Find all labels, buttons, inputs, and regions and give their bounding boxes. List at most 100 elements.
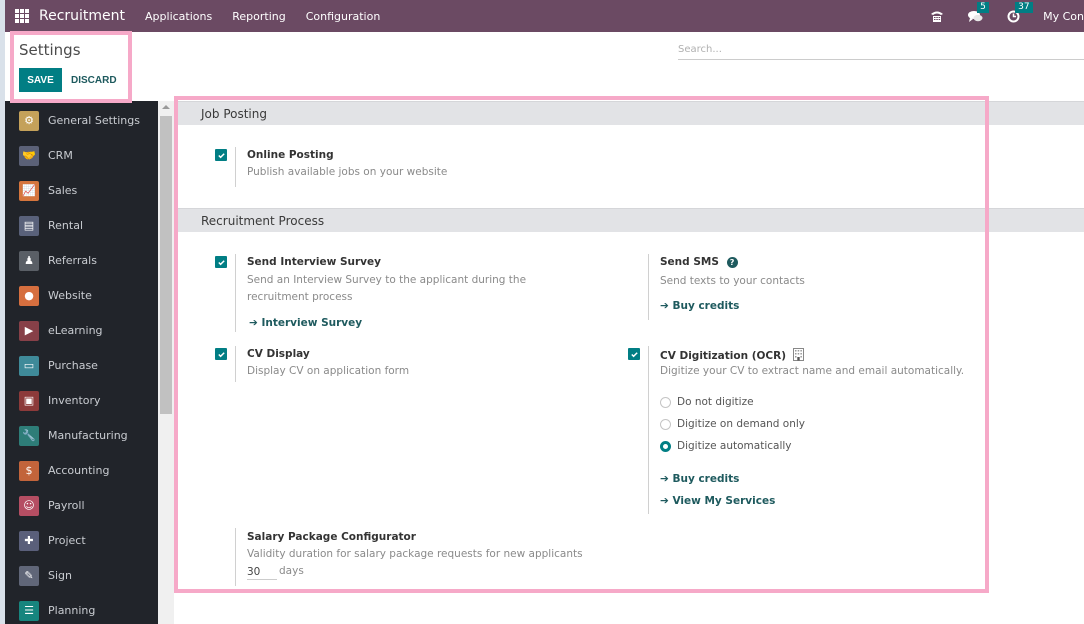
divider [648, 254, 649, 320]
payroll-icon: ☺ [19, 495, 39, 516]
sidebar-item-website[interactable]: ● Website [5, 278, 158, 313]
ocr-buy-credits-link[interactable]: ➔ Buy credits [660, 473, 739, 485]
interview-survey-checkbox[interactable] [215, 256, 227, 268]
cv-digitization-desc: Digitize your CV to extract name and ema… [660, 365, 965, 377]
radio-button[interactable] [660, 418, 671, 430]
gear-icon: ⚙ [19, 110, 39, 131]
help-icon[interactable]: ? [726, 257, 738, 268]
sidebar-item-label: Sales [48, 184, 78, 197]
salary-package-title: Salary Package Configurator [247, 531, 416, 543]
top-navbar: Recruitment Applications Reporting Confi… [5, 0, 1084, 32]
activities-icon[interactable]: 37 [1005, 2, 1033, 24]
menu-applications[interactable]: Applications [145, 10, 212, 23]
sidebar-item-label: Referrals [48, 254, 97, 267]
save-button[interactable]: SAVE [19, 68, 62, 92]
sidebar-item-general-settings[interactable]: ⚙ General Settings [5, 103, 158, 138]
sidebar-item-label: Project [48, 534, 86, 547]
sidebar-item-sign[interactable]: ✎ Sign [5, 558, 158, 593]
apps-grid-icon[interactable] [15, 9, 29, 23]
sidebar-item-manufacturing[interactable]: 🔧 Manufacturing [5, 418, 158, 453]
box-icon: ▣ [19, 390, 39, 411]
check-icon [630, 351, 638, 357]
days-unit-label: days [279, 565, 304, 577]
search-input[interactable] [678, 40, 1084, 60]
handshake-icon: 🤝 [19, 145, 39, 166]
sidebar-item-label: General Settings [48, 114, 140, 127]
check-icon [217, 152, 225, 158]
company-switcher[interactable]: My Con [1043, 10, 1084, 23]
person-icon: ♟ [19, 250, 39, 271]
sidebar-item-label: Website [48, 289, 92, 302]
sidebar-item-rental[interactable]: ▤ Rental [5, 208, 158, 243]
interview-survey-desc: Send an Interview Survey to the applican… [247, 274, 527, 303]
arrow-right-icon: ➔ [660, 473, 673, 485]
scroll-thumb[interactable] [160, 116, 172, 414]
sidebar-item-label: CRM [48, 149, 73, 162]
menu-reporting[interactable]: Reporting [232, 10, 285, 23]
validity-days-input[interactable] [247, 564, 277, 580]
check-icon [217, 351, 225, 357]
radio-button[interactable] [660, 396, 671, 408]
app-title[interactable]: Recruitment [39, 8, 125, 24]
view-my-services-link[interactable]: ➔ View My Services [660, 495, 775, 507]
menu-configuration[interactable]: Configuration [306, 10, 381, 23]
interview-survey-title: Send Interview Survey [247, 256, 381, 268]
radio-digitize-automatically[interactable]: Digitize automatically [660, 440, 792, 452]
purchase-icon: ▭ [19, 355, 39, 376]
send-sms-desc: Send texts to your contacts [660, 275, 805, 287]
elearning-icon: ▶ [19, 320, 39, 341]
online-posting-title: Online Posting [247, 149, 334, 161]
sidebar-item-label: Rental [48, 219, 83, 232]
sidebar-item-referrals[interactable]: ♟ Referrals [5, 243, 158, 278]
sidebar-item-label: Accounting [48, 464, 110, 477]
planning-icon: ☰ [19, 600, 39, 621]
sidebar-item-inventory[interactable]: ▣ Inventory [5, 383, 158, 418]
settings-content: Job Posting Online Posting Publish avail… [174, 101, 1084, 624]
divider [235, 254, 236, 332]
arrow-right-icon: ➔ [660, 300, 673, 312]
online-posting-desc: Publish available jobs on your website [247, 166, 448, 178]
interview-survey-link[interactable]: ➔ Interview Survey [249, 317, 362, 329]
salary-package-desc: Validity duration for salary package req… [247, 548, 583, 560]
puzzle-icon: ✚ [19, 530, 39, 551]
sidebar-item-purchase[interactable]: ▭ Purchase [5, 348, 158, 383]
section-recruitment-process: Recruitment Process [178, 208, 1084, 232]
cv-digitization-title: CV Digitization (OCR) [660, 348, 804, 364]
chart-icon: 📈 [19, 180, 39, 201]
scroll-up-arrow-icon[interactable] [162, 105, 170, 109]
cv-digitization-checkbox[interactable] [628, 348, 640, 360]
cv-display-desc: Display CV on application form [247, 365, 410, 377]
send-sms-title: Send SMS ? [660, 256, 738, 268]
cv-display-checkbox[interactable] [215, 348, 227, 360]
sidebar-item-crm[interactable]: 🤝 CRM [5, 138, 158, 173]
messages-icon[interactable]: 5 [967, 2, 989, 24]
online-posting-checkbox[interactable] [215, 149, 227, 161]
sidebar-item-label: Manufacturing [48, 429, 128, 442]
wrench-icon: 🔧 [19, 425, 39, 446]
discard-button[interactable]: DISCARD [67, 68, 121, 92]
phone-icon[interactable] [929, 8, 945, 24]
sms-buy-credits-link[interactable]: ➔ Buy credits [660, 300, 739, 312]
invoice-icon: $ [19, 460, 39, 481]
sidebar-item-label: Inventory [48, 394, 101, 407]
sidebar-item-label: Payroll [48, 499, 85, 512]
radio-button-selected[interactable] [660, 440, 671, 452]
radio-do-not-digitize[interactable]: Do not digitize [660, 396, 754, 408]
page-title: Settings [19, 41, 81, 59]
enterprise-building-icon [792, 348, 804, 364]
sidebar-item-elearning[interactable]: ▶ eLearning [5, 313, 158, 348]
radio-digitize-on-demand[interactable]: Digitize on demand only [660, 418, 805, 430]
messages-badge: 5 [977, 2, 989, 13]
sidebar-item-accounting[interactable]: $ Accounting [5, 453, 158, 488]
sidebar-scrollbar[interactable] [158, 101, 174, 624]
divider [235, 346, 236, 382]
cv-display-title: CV Display [247, 348, 310, 360]
sidebar-item-project[interactable]: ✚ Project [5, 523, 158, 558]
sidebar-item-payroll[interactable]: ☺ Payroll [5, 488, 158, 523]
sidebar-item-label: Planning [48, 604, 96, 617]
sign-icon: ✎ [19, 565, 39, 586]
sidebar-item-planning[interactable]: ☰ Planning [5, 593, 158, 624]
globe-icon: ● [19, 285, 39, 306]
sidebar-item-label: Purchase [48, 359, 98, 372]
sidebar-item-sales[interactable]: 📈 Sales [5, 173, 158, 208]
